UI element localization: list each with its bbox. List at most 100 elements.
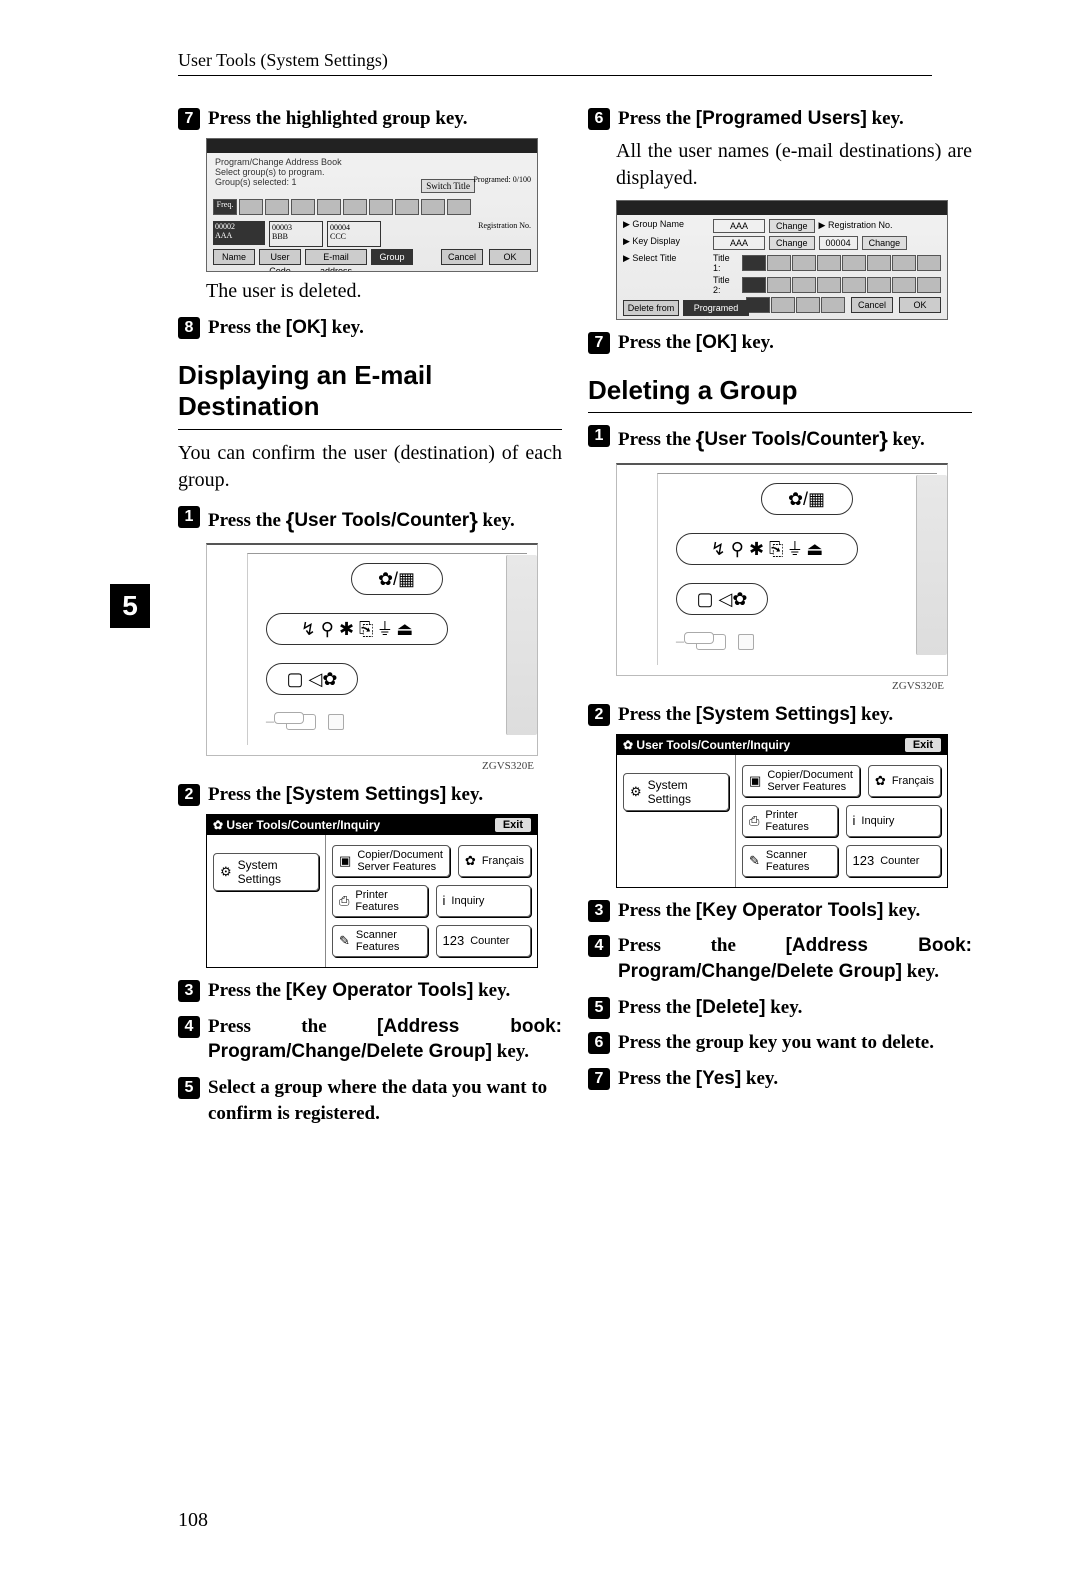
panel-key-triangle[interactable]: ▢ ◁✿ bbox=[676, 583, 768, 615]
globe-icon: ✿ bbox=[465, 853, 476, 869]
step-number-icon: 6 bbox=[588, 1032, 610, 1054]
scanner-icon: ✎ bbox=[339, 933, 350, 949]
step-4-left: 4 Press the [Address book: Program/Chang… bbox=[178, 1014, 562, 1065]
step-text: Press the [OK] key. bbox=[618, 330, 774, 356]
step-number-icon: 4 bbox=[588, 935, 610, 957]
screenshot-address-book: Program/Change Address Book Select group… bbox=[206, 138, 538, 272]
dialog-title: ✿ User Tools/Counter/Inquiry bbox=[213, 818, 380, 832]
step-7-left: 7 Press the highlighted group key. bbox=[178, 106, 562, 132]
tab-name[interactable]: Name bbox=[213, 249, 255, 265]
section-header: User Tools (System Settings) bbox=[178, 50, 1080, 71]
change-button[interactable]: Change bbox=[862, 236, 908, 250]
scanner-features-button[interactable]: ✎Scanner Features bbox=[332, 925, 428, 957]
info-icon: i bbox=[443, 893, 446, 908]
step-text: Press the {User Tools/Counter} key. bbox=[208, 504, 515, 534]
heading-deleting-group: Deleting a Group bbox=[588, 375, 972, 406]
control-panel-illustration: ✿/▦ ↯ ⚲ ✱ ⎘ ⏚ ⏏ ▢ ◁✿ – bbox=[616, 463, 948, 676]
step-1-right: 1 Press the {User Tools/Counter} key. bbox=[588, 423, 972, 453]
step-8-left: 8 Press the [OK] key. bbox=[178, 315, 562, 341]
language-button[interactable]: ✿Français bbox=[868, 765, 941, 797]
heading-rule bbox=[178, 429, 562, 430]
printer-features-button[interactable]: ⎙Printer Features bbox=[332, 885, 428, 917]
step-5-right: 5 Press the [Delete] key. bbox=[588, 995, 972, 1021]
ok-button[interactable]: OK bbox=[899, 297, 941, 313]
copier-icon: ▣ bbox=[749, 773, 761, 789]
group-key-bbb[interactable]: 00003BBB bbox=[269, 221, 323, 247]
tab-email[interactable]: E-mail address bbox=[305, 249, 367, 265]
change-button[interactable]: Change bbox=[769, 219, 815, 233]
globe-icon: ✿ bbox=[875, 773, 886, 789]
inquiry-button[interactable]: iInquiry bbox=[436, 885, 532, 917]
panel-key-triangle[interactable]: ▢ ◁✿ bbox=[266, 663, 358, 695]
language-button[interactable]: ✿Français bbox=[458, 845, 531, 877]
panel-keys-row[interactable]: ↯ ⚲ ✱ ⎘ ⏚ ⏏ bbox=[266, 613, 448, 645]
intro-text: You can confirm the user (destination) o… bbox=[178, 440, 562, 494]
counter-button[interactable]: 123Counter bbox=[846, 845, 942, 877]
step-6-right: 6 Press the group key you want to delete… bbox=[588, 1030, 972, 1056]
step-7-right-top: 7 Press the [OK] key. bbox=[588, 330, 972, 356]
gear-icon: ⚙ bbox=[630, 784, 642, 800]
delete-from-button[interactable]: Delete from ... bbox=[623, 300, 679, 316]
counter-icon: 123 bbox=[443, 933, 465, 948]
figure-caption: ZGVS320E bbox=[178, 760, 534, 772]
programed-users-button[interactable]: Programed Users bbox=[683, 300, 749, 316]
dialog-title: ✿ User Tools/Counter/Inquiry bbox=[623, 738, 790, 752]
control-panel-illustration: ✿/▦ ↯ ⚲ ✱ ⎘ ⏚ ⏏ ▢ ◁✿ – bbox=[206, 543, 538, 756]
user-tools-counter-key[interactable]: ✿/▦ bbox=[351, 563, 443, 595]
step-text: Press the group key you want to delete. bbox=[618, 1030, 934, 1056]
ok-button[interactable]: OK bbox=[489, 249, 531, 265]
tab-user-code[interactable]: User Code bbox=[259, 249, 301, 265]
heading-display-email: Displaying an E-mailDestination bbox=[178, 360, 562, 422]
tab-group[interactable]: Group bbox=[371, 249, 413, 265]
inquiry-button[interactable]: iInquiry bbox=[846, 805, 942, 837]
figure-caption: ZGVS320E bbox=[588, 680, 944, 692]
step-number-icon: 7 bbox=[178, 108, 200, 130]
group-key-ccc[interactable]: 00004CCC bbox=[327, 221, 381, 247]
left-column: 7 Press the highlighted group key. Progr… bbox=[178, 96, 562, 1132]
cancel-button[interactable]: Cancel bbox=[441, 249, 483, 265]
step-3-left: 3 Press the [Key Operator Tools] key. bbox=[178, 978, 562, 1004]
gear-icon: ⚙ bbox=[220, 864, 232, 880]
change-button[interactable]: Change bbox=[769, 236, 815, 250]
step-text: Press the [Programed Users] key. bbox=[618, 106, 904, 132]
programed-count: Programed: 0/100 bbox=[473, 175, 531, 184]
copier-features-button[interactable]: ▣Copier/Document Server Features bbox=[332, 845, 450, 877]
step-2-right: 2 Press the [System Settings] key. bbox=[588, 702, 972, 728]
user-tools-counter-key[interactable]: ✿/▦ bbox=[761, 483, 853, 515]
system-settings-button[interactable]: ⚙ System Settings bbox=[213, 853, 319, 891]
scanner-features-button[interactable]: ✎Scanner Features bbox=[742, 845, 838, 877]
exit-button[interactable]: Exit bbox=[905, 738, 941, 752]
step-number-icon: 7 bbox=[588, 332, 610, 354]
panel-keys-row[interactable]: ↯ ⚲ ✱ ⎘ ⏚ ⏏ bbox=[676, 533, 858, 565]
step-text: Press the [Address book: Program/Change/… bbox=[208, 1014, 562, 1065]
chapter-number: 5 bbox=[110, 584, 150, 628]
right-column: 6 Press the [Programed Users] key. All t… bbox=[588, 96, 972, 1132]
step-text: Press the highlighted group key. bbox=[208, 106, 468, 132]
step-text: Select a group where the data you want t… bbox=[208, 1075, 562, 1126]
page-number: 108 bbox=[178, 1509, 208, 1532]
counter-button[interactable]: 123Counter bbox=[436, 925, 532, 957]
step-4-right: 4 Press the [Address Book: Program/Chang… bbox=[588, 933, 972, 984]
group-key-aaa[interactable]: 00002AAA bbox=[213, 221, 265, 245]
cancel-button[interactable]: Cancel bbox=[851, 297, 893, 313]
step-6-right-top: 6 Press the [Programed Users] key. bbox=[588, 106, 972, 132]
step-number-icon: 1 bbox=[178, 506, 200, 528]
printer-features-button[interactable]: ⎙Printer Features bbox=[742, 805, 838, 837]
step-number-icon: 8 bbox=[178, 317, 200, 339]
screenshot-user-tools: ✿ User Tools/Counter/Inquiry Exit ⚙ Syst… bbox=[206, 814, 538, 968]
step-number-icon: 4 bbox=[178, 1016, 200, 1038]
result-text: All the user names (e-mail destinations)… bbox=[616, 138, 972, 192]
switch-title-button[interactable]: Switch Title bbox=[421, 179, 475, 193]
system-settings-button[interactable]: ⚙ System Settings bbox=[623, 773, 729, 811]
step-3-right: 3 Press the [Key Operator Tools] key. bbox=[588, 898, 972, 924]
step-number-icon: 2 bbox=[178, 784, 200, 806]
step-number-icon: 2 bbox=[588, 704, 610, 726]
step-number-icon: 3 bbox=[588, 900, 610, 922]
exit-button[interactable]: Exit bbox=[495, 818, 531, 832]
printer-icon: ⎙ bbox=[339, 893, 349, 909]
copier-features-button[interactable]: ▣Copier/Document Server Features bbox=[742, 765, 860, 797]
result-text: The user is deleted. bbox=[206, 278, 562, 305]
step-1-left: 1 Press the {User Tools/Counter} key. bbox=[178, 504, 562, 534]
scanner-icon: ✎ bbox=[749, 853, 760, 869]
step-number-icon: 1 bbox=[588, 425, 610, 447]
